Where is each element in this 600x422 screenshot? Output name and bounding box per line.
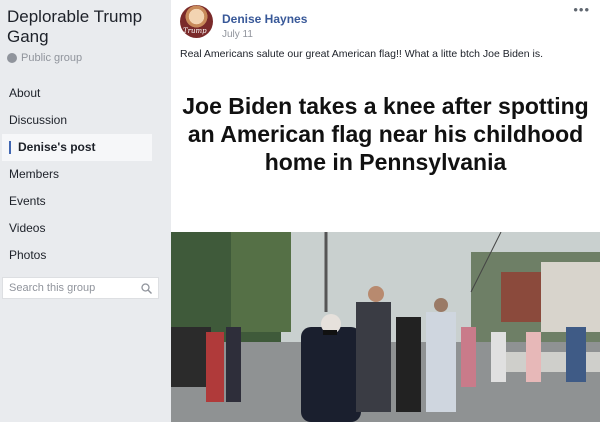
group-name[interactable]: Deplorable Trump Gang [7, 7, 162, 47]
post-timestamp[interactable]: July 11 [222, 29, 253, 40]
group-privacy: Public group [7, 52, 82, 64]
post-card: Trump Denise Haynes July 11 ••• Real Ame… [171, 0, 600, 422]
post-author[interactable]: Denise Haynes [222, 12, 307, 26]
post-text: Real Americans salute our great American… [180, 48, 544, 60]
globe-icon [7, 53, 17, 63]
privacy-label: Public group [21, 52, 83, 64]
group-search [2, 277, 159, 299]
nav-item-videos[interactable]: Videos [0, 215, 168, 242]
nav-item-events[interactable]: Events [0, 188, 168, 215]
shared-photo[interactable] [171, 232, 600, 422]
search-icon[interactable] [141, 282, 152, 294]
shared-image-headline: Joe Biden takes a knee after spotting an… [182, 93, 589, 175]
nav-item-discussion[interactable]: Discussion [0, 107, 168, 134]
nav-item-photos[interactable]: Photos [0, 242, 168, 269]
street-photo-scene [171, 232, 600, 422]
ellipsis-icon[interactable]: ••• [573, 2, 590, 17]
group-sidebar: Deplorable Trump Gang Public group About… [0, 0, 168, 422]
avatar-caption: Trump [183, 27, 207, 35]
group-search-input[interactable] [9, 282, 129, 294]
nav-item-about[interactable]: About [0, 80, 168, 107]
nav-item-members[interactable]: Members [0, 161, 168, 188]
group-nav: About Discussion Denise's post Members E… [0, 80, 168, 269]
nav-item-denises-post[interactable]: Denise's post [2, 134, 152, 161]
